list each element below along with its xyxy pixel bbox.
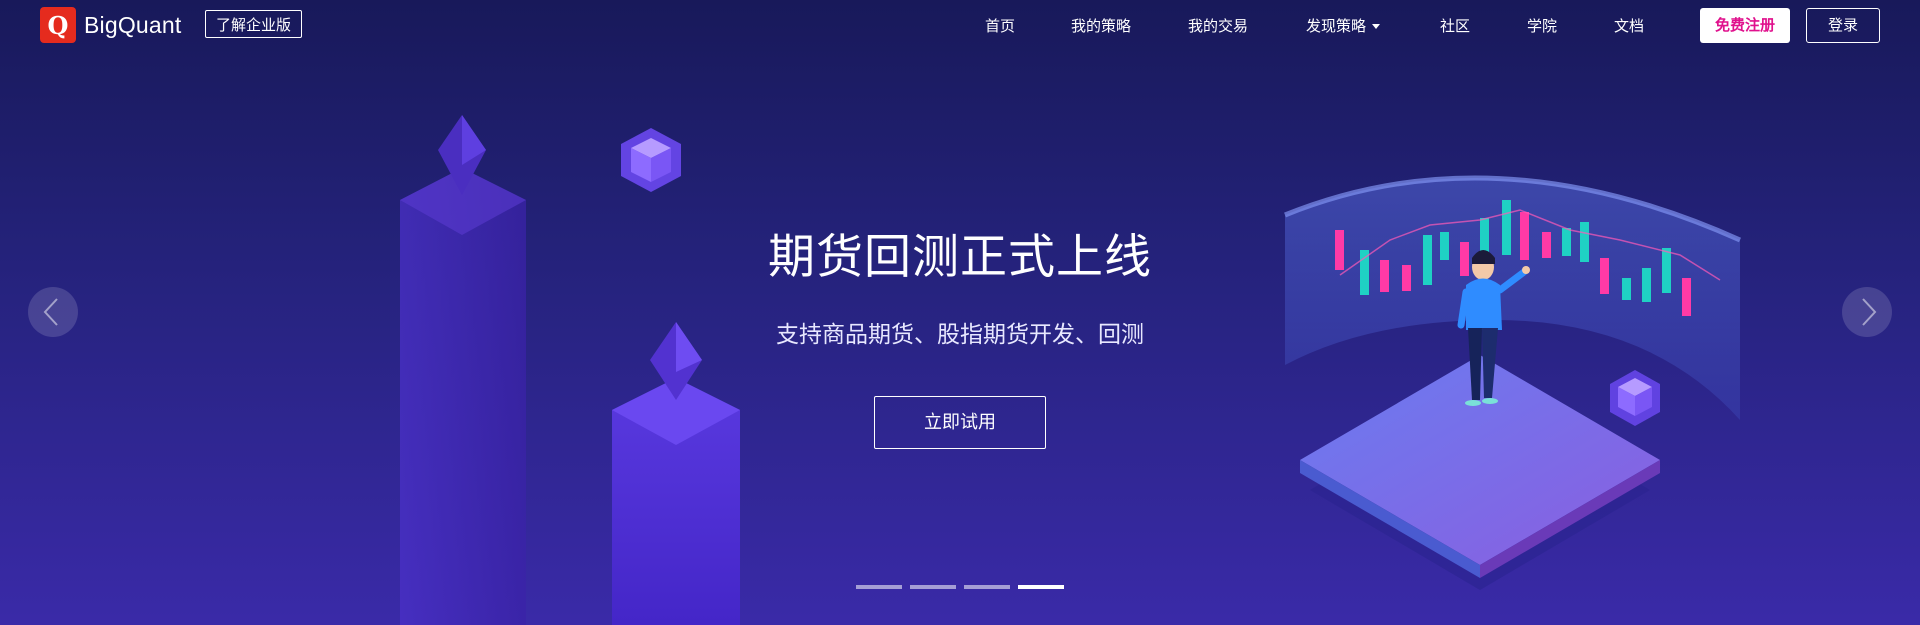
register-button[interactable]: 免费注册 xyxy=(1700,8,1790,43)
nav-item-docs[interactable]: 文档 xyxy=(1614,15,1644,36)
carousel-prev-button[interactable] xyxy=(28,287,78,337)
carousel-next-button[interactable] xyxy=(1842,287,1892,337)
trader-illustration xyxy=(1284,175,1742,590)
carousel-indicator-4[interactable] xyxy=(1018,585,1064,589)
nav-item-discover-strategies[interactable]: 发现策略 xyxy=(1306,15,1381,36)
caret-down-icon xyxy=(1372,24,1381,29)
hero-title: 期货回测正式上线 xyxy=(768,230,1152,285)
enterprise-button[interactable]: 了解企业版 xyxy=(205,10,303,38)
nav-item-academy[interactable]: 学院 xyxy=(1527,15,1557,36)
nav-item-my-trades[interactable]: 我的交易 xyxy=(1188,15,1248,36)
nav-item-home[interactable]: 首页 xyxy=(985,15,1015,36)
carousel-indicator-1[interactable] xyxy=(856,585,902,589)
chevron-left-icon xyxy=(43,298,58,326)
brand-name: BigQuant xyxy=(84,11,182,38)
nav-item-my-strategies[interactable]: 我的策略 xyxy=(1071,15,1131,36)
carousel-indicator-3[interactable] xyxy=(964,585,1010,589)
brand-logo[interactable]: Q BigQuant xyxy=(40,7,182,43)
login-button[interactable]: 登录 xyxy=(1806,8,1880,43)
pillars-illustration xyxy=(400,115,740,625)
nav-item-community[interactable]: 社区 xyxy=(1440,15,1470,36)
chevron-right-icon xyxy=(1862,298,1877,326)
nav-item-discover-label: 发现策略 xyxy=(1306,17,1367,35)
top-navigation: Q BigQuant 了解企业版 首页 我的策略 我的交易 发现策略 社区 学院… xyxy=(0,0,1920,50)
try-now-button[interactable]: 立即试用 xyxy=(874,396,1046,449)
hero-subtitle: 支持商品期货、股指期货开发、回测 xyxy=(776,322,1144,348)
logo-icon: Q xyxy=(40,7,76,43)
carousel-indicator-2[interactable] xyxy=(910,585,956,589)
